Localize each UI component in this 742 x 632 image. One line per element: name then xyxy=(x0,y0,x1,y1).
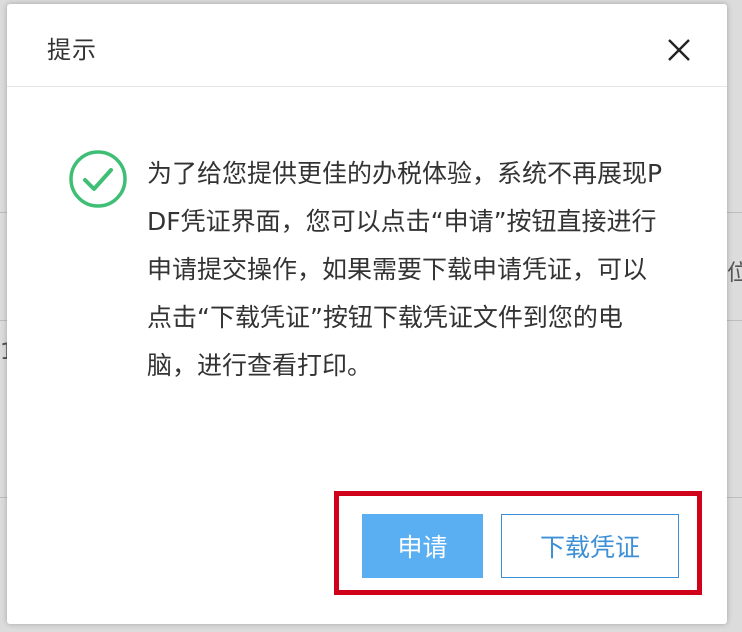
close-button[interactable] xyxy=(664,35,694,65)
dialog-title: 提示 xyxy=(47,36,97,64)
check-circle-icon xyxy=(68,149,128,209)
apply-button[interactable]: 申请 xyxy=(362,514,483,578)
notice-dialog: 提示 为了给您提供更佳的办税体验，系统不再展现PDF凭证界面，您可以点击“申请”… xyxy=(7,4,727,624)
dialog-header: 提示 xyxy=(7,4,727,87)
close-icon xyxy=(668,39,690,61)
background-text-fragment: 位 xyxy=(727,261,742,286)
dialog-message: 为了给您提供更佳的办税体验，系统不再展现PDF凭证界面，您可以点击“申请”按钮直… xyxy=(147,159,663,380)
download-certificate-button[interactable]: 下载凭证 xyxy=(501,514,679,578)
